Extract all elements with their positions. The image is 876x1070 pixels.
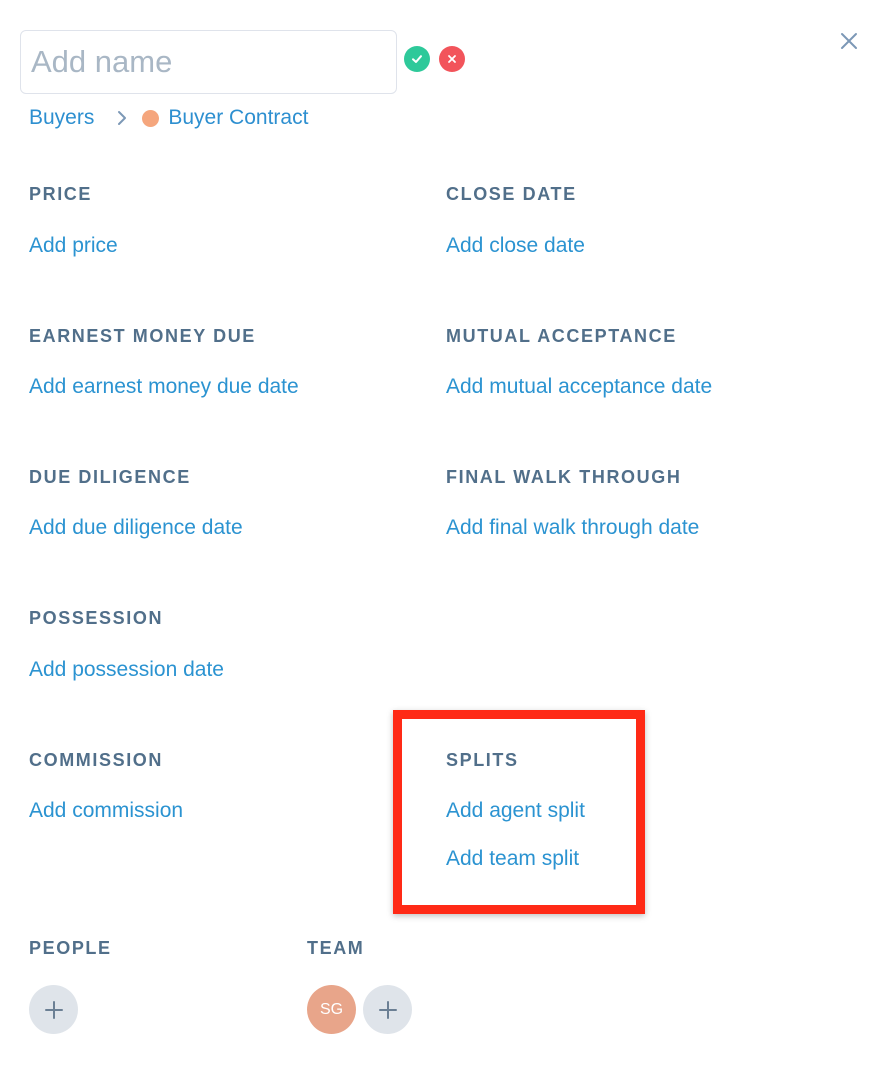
add-team-member-button[interactable] xyxy=(363,985,412,1034)
add-possession-date-link[interactable]: Add possession date xyxy=(29,658,224,682)
stage-color-dot xyxy=(142,109,160,127)
close-button[interactable] xyxy=(836,28,862,54)
add-person-button[interactable] xyxy=(29,985,78,1034)
add-earnest-money-due-date-link[interactable]: Add earnest money due date xyxy=(29,375,299,399)
avatar[interactable]: SG xyxy=(307,985,356,1034)
add-commission-link[interactable]: Add commission xyxy=(29,799,183,823)
close-icon xyxy=(841,33,857,49)
add-final-walk-through-date-link[interactable]: Add final walk through date xyxy=(446,516,699,540)
price-label: PRICE xyxy=(29,184,93,204)
confirm-name-button[interactable] xyxy=(404,46,430,72)
people-label: PEOPLE xyxy=(29,938,112,958)
breadcrumb-pipeline-link[interactable]: Buyers xyxy=(29,106,94,130)
close-date-label: CLOSE DATE xyxy=(446,184,577,204)
mutual-acceptance-label: MUTUAL ACCEPTANCE xyxy=(446,326,677,346)
name-input[interactable] xyxy=(20,30,397,94)
commission-label: COMMISSION xyxy=(29,750,164,770)
add-agent-split-link[interactable]: Add agent split xyxy=(446,799,585,823)
possession-label: POSSESSION xyxy=(29,608,164,628)
add-team-split-link[interactable]: Add team split xyxy=(446,847,579,871)
cancel-name-button[interactable] xyxy=(439,46,465,72)
final-walk-through-label: FINAL WALK THROUGH xyxy=(446,467,682,487)
team-label: TEAM xyxy=(307,938,365,958)
chevron-right-icon xyxy=(116,110,128,126)
check-icon xyxy=(412,55,422,63)
plus-icon xyxy=(378,1000,397,1019)
add-due-diligence-date-link[interactable]: Add due diligence date xyxy=(29,516,243,540)
splits-label: SPLITS xyxy=(446,750,519,770)
plus-icon xyxy=(44,1000,63,1019)
breadcrumb: Buyers Buyer Contract xyxy=(29,104,308,132)
due-diligence-label: DUE DILIGENCE xyxy=(29,467,191,487)
add-mutual-acceptance-date-link[interactable]: Add mutual acceptance date xyxy=(446,375,712,399)
breadcrumb-stage-link[interactable]: Buyer Contract xyxy=(168,106,308,130)
earnest-money-due-label: EARNEST MONEY DUE xyxy=(29,326,256,346)
add-price-link[interactable]: Add price xyxy=(29,234,118,258)
x-icon xyxy=(448,55,456,63)
add-close-date-link[interactable]: Add close date xyxy=(446,234,585,258)
